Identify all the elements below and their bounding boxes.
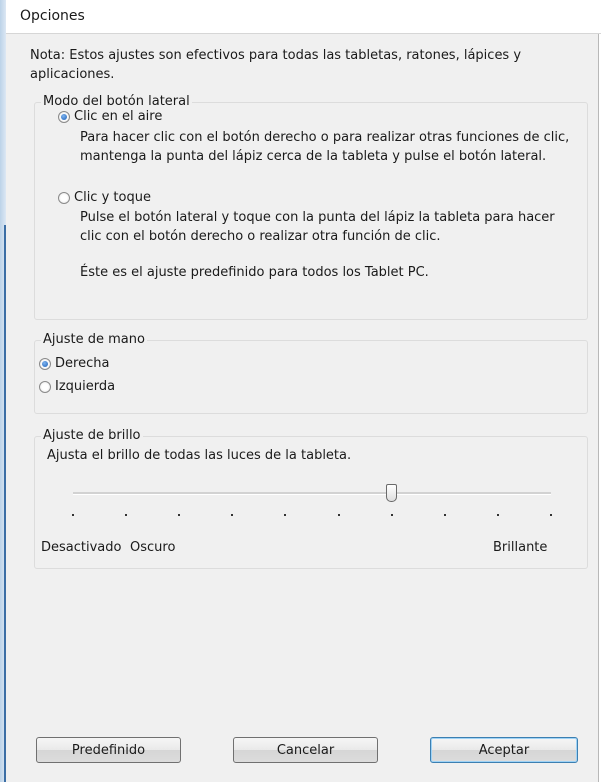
slider-tick	[178, 514, 181, 516]
radio-unselected-icon[interactable]	[58, 192, 70, 204]
slider-tick	[231, 514, 234, 516]
brightness-legend: Ajuste de brillo	[41, 428, 143, 444]
radio-derecha[interactable]: Derecha	[39, 355, 109, 373]
radio-label-clic-en-el-aire[interactable]: Clic en el aire	[74, 108, 162, 126]
ok-button[interactable]: Aceptar	[430, 737, 578, 763]
default-button[interactable]: Predefinido	[36, 737, 181, 763]
handedness-legend: Ajuste de mano	[41, 332, 147, 348]
slider-track[interactable]	[73, 492, 551, 495]
radio-label-derecha[interactable]: Derecha	[55, 355, 109, 373]
cancel-button[interactable]: Cancelar	[233, 737, 378, 763]
slider-tick	[550, 514, 552, 516]
window-title: Opciones	[20, 8, 85, 24]
dialog-body: Nota: Estos ajustes son efectivos para t…	[6, 34, 599, 782]
radio-label-clic-y-toque[interactable]: Clic y toque	[74, 189, 151, 207]
slider-tick	[496, 514, 499, 516]
slider-tick	[337, 514, 340, 516]
label-brillante: Brillante	[493, 540, 548, 555]
radio-izquierda[interactable]: Izquierda	[39, 378, 115, 396]
slider-tick	[284, 514, 287, 516]
title-bar: Opciones	[6, 0, 601, 34]
slider-tick	[72, 514, 74, 516]
brightness-group: Ajuste de brillo Ajusta el brillo de tod…	[34, 428, 588, 569]
radio-selected-icon[interactable]	[58, 111, 70, 123]
handedness-group: Ajuste de mano Derecha Izquierda	[34, 332, 588, 414]
radio-clic-y-toque[interactable]: Clic y toque	[58, 189, 151, 207]
radio-selected-icon[interactable]	[39, 358, 51, 370]
slider-thumb[interactable]	[386, 484, 398, 502]
slider-tick	[390, 514, 393, 516]
radio-unselected-icon[interactable]	[39, 381, 51, 393]
slider-tick	[443, 514, 446, 516]
slider-tick	[125, 514, 128, 516]
radio-label-izquierda[interactable]: Izquierda	[55, 378, 115, 396]
default-setting-note: Éste es el ajuste predefinido para todos…	[80, 265, 429, 280]
clic-y-toque-description: Pulse el botón lateral y toque con la pu…	[80, 210, 555, 244]
note-text: Nota: Estos ajustes son efectivos para t…	[30, 48, 522, 82]
radio-clic-en-el-aire[interactable]: Clic en el aire	[58, 108, 162, 126]
clic-en-el-aire-description: Para hacer clic con el botón derecho o p…	[80, 130, 570, 164]
label-desactivado: Desactivado	[41, 540, 122, 555]
brightness-description: Ajusta el brillo de todas las luces de l…	[47, 448, 352, 463]
side-button-mode-group: Modo del botón lateral Clic en el aire P…	[34, 94, 588, 320]
label-oscuro: Oscuro	[130, 540, 176, 555]
brightness-slider[interactable]	[72, 481, 552, 521]
